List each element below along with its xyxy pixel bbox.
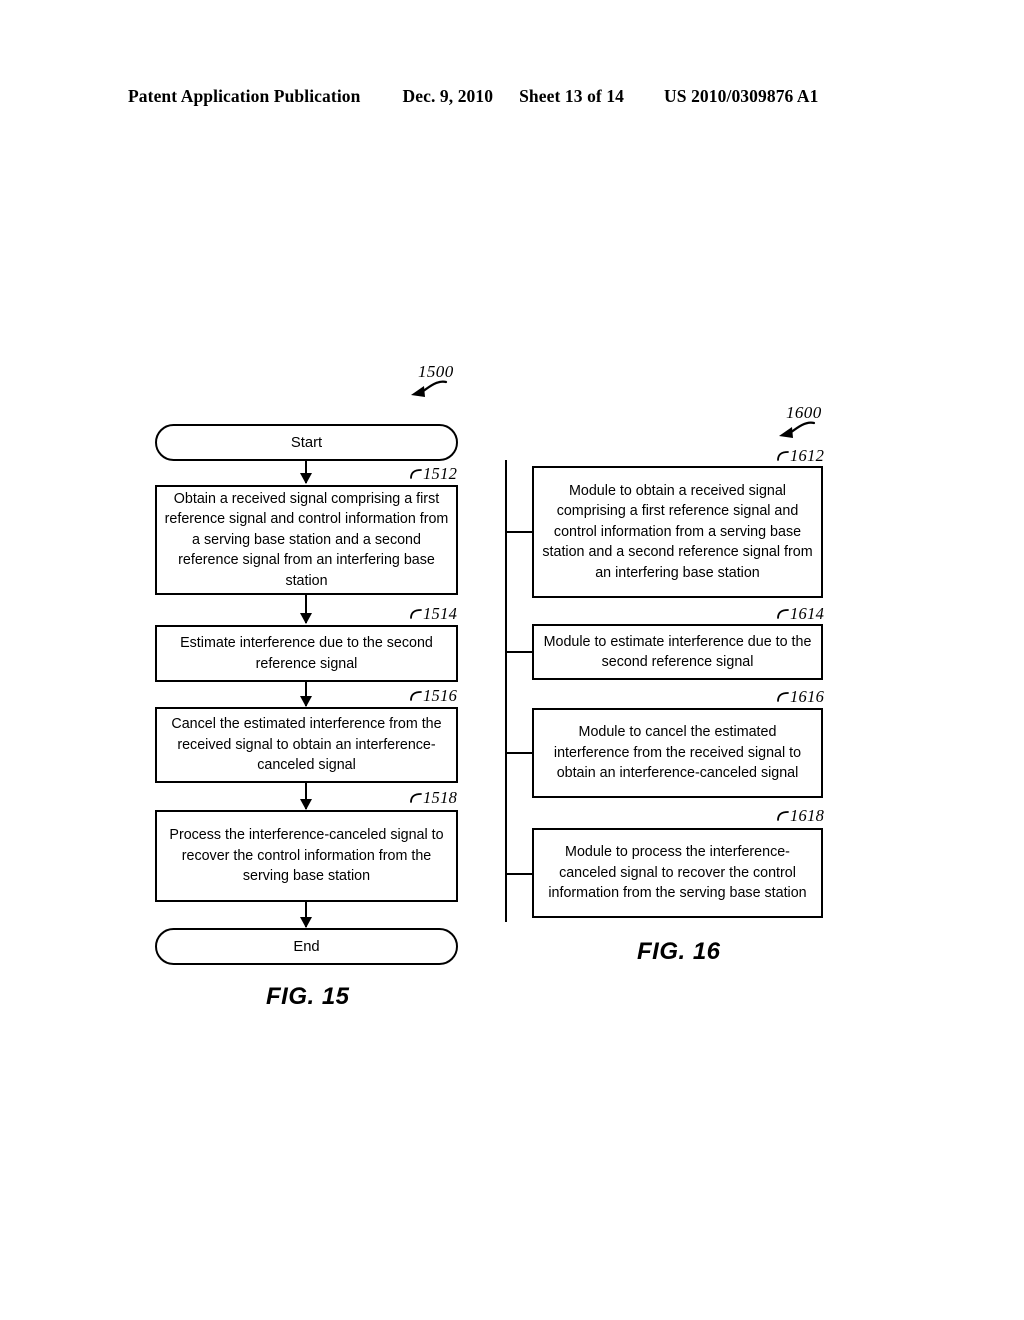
flow-step-1516-label: Cancel the estimated interference from t… xyxy=(171,716,442,774)
module-block-1616: Module to cancel the estimated interfere… xyxy=(532,708,823,798)
reference-numeral-1518: 1518 xyxy=(410,788,457,808)
module-block-1618-label: Module to process the interference-cance… xyxy=(548,844,807,902)
flow-terminator-start: Start xyxy=(155,424,458,461)
module-bus-line xyxy=(505,460,508,922)
leader-hook-icon xyxy=(777,451,789,461)
leader-hook-icon xyxy=(410,793,422,803)
flow-terminator-end-label: End xyxy=(293,938,320,955)
reference-numeral-1516: 1516 xyxy=(410,686,457,706)
leader-hook-icon xyxy=(410,609,422,619)
header-sheet-number: Sheet 13 of 14 xyxy=(519,86,625,106)
header-publication-title: Patent Application Publication xyxy=(128,86,361,106)
reference-numeral-1512: 1512 xyxy=(410,464,457,484)
module-block-1612: Module to obtain a received signal compr… xyxy=(532,466,823,598)
module-block-1614-label: Module to estimate interference due to t… xyxy=(543,633,812,671)
flow-step-1512: Obtain a received signal comprising a fi… xyxy=(155,485,458,595)
flow-terminator-start-label: Start xyxy=(290,434,323,451)
reference-numeral-1618: 1618 xyxy=(777,806,824,826)
header-publication-date: Dec. 9, 2010 xyxy=(402,86,494,106)
figure-16-caption: FIG. 16 xyxy=(637,938,721,965)
module-block-1614: Module to estimate interference due to t… xyxy=(532,624,823,680)
flow-arrow-1512-to-1514 xyxy=(304,595,307,623)
module-block-1618: Module to process the interference-cance… xyxy=(532,828,823,918)
reference-numeral-1612: 1612 xyxy=(777,446,824,466)
leader-hook-icon xyxy=(777,692,789,702)
leader-hook-icon xyxy=(410,691,422,701)
flow-arrow-start-to-1512 xyxy=(304,461,307,483)
flow-arrow-1516-to-1518 xyxy=(304,783,307,809)
reference-numeral-1514: 1514 xyxy=(410,604,457,624)
figure-16-lead-arrow-icon xyxy=(779,421,816,438)
leader-hook-icon xyxy=(410,469,422,479)
reference-numeral-1614: 1614 xyxy=(777,604,824,624)
leader-hook-icon xyxy=(777,811,789,821)
leader-hook-icon xyxy=(777,609,789,619)
module-block-1612-label: Module to obtain a received signal compr… xyxy=(542,482,813,581)
figure-15-lead-arrow-icon xyxy=(411,380,448,397)
flow-step-1514: Estimate interference due to the second … xyxy=(155,625,458,682)
page-header: Patent Application Publication Dec. 9, 2… xyxy=(128,86,896,107)
header-patent-number: US 2010/0309876 A1 xyxy=(664,86,819,106)
flow-step-1512-label: Obtain a received signal comprising a fi… xyxy=(164,490,449,589)
flow-step-1518: Process the interference-canceled signal… xyxy=(155,810,458,902)
reference-numeral-1616: 1616 xyxy=(777,687,824,707)
flow-step-1514-label: Estimate interference due to the second … xyxy=(180,635,433,672)
module-bus-stub-1614 xyxy=(505,651,534,654)
module-bus-stub-1612 xyxy=(505,531,534,534)
figure-15-caption: FIG. 15 xyxy=(266,983,350,1010)
module-block-1616-label: Module to cancel the estimated interfere… xyxy=(553,724,802,782)
flow-step-1516: Cancel the estimated interference from t… xyxy=(155,707,458,783)
module-bus-stub-1616 xyxy=(505,752,534,755)
flow-arrow-1514-to-1516 xyxy=(304,682,307,706)
flow-arrow-1518-to-end xyxy=(304,902,307,927)
module-bus-stub-1618 xyxy=(505,873,534,876)
flow-step-1518-label: Process the interference-canceled signal… xyxy=(169,827,444,885)
flow-terminator-end: End xyxy=(155,928,458,965)
